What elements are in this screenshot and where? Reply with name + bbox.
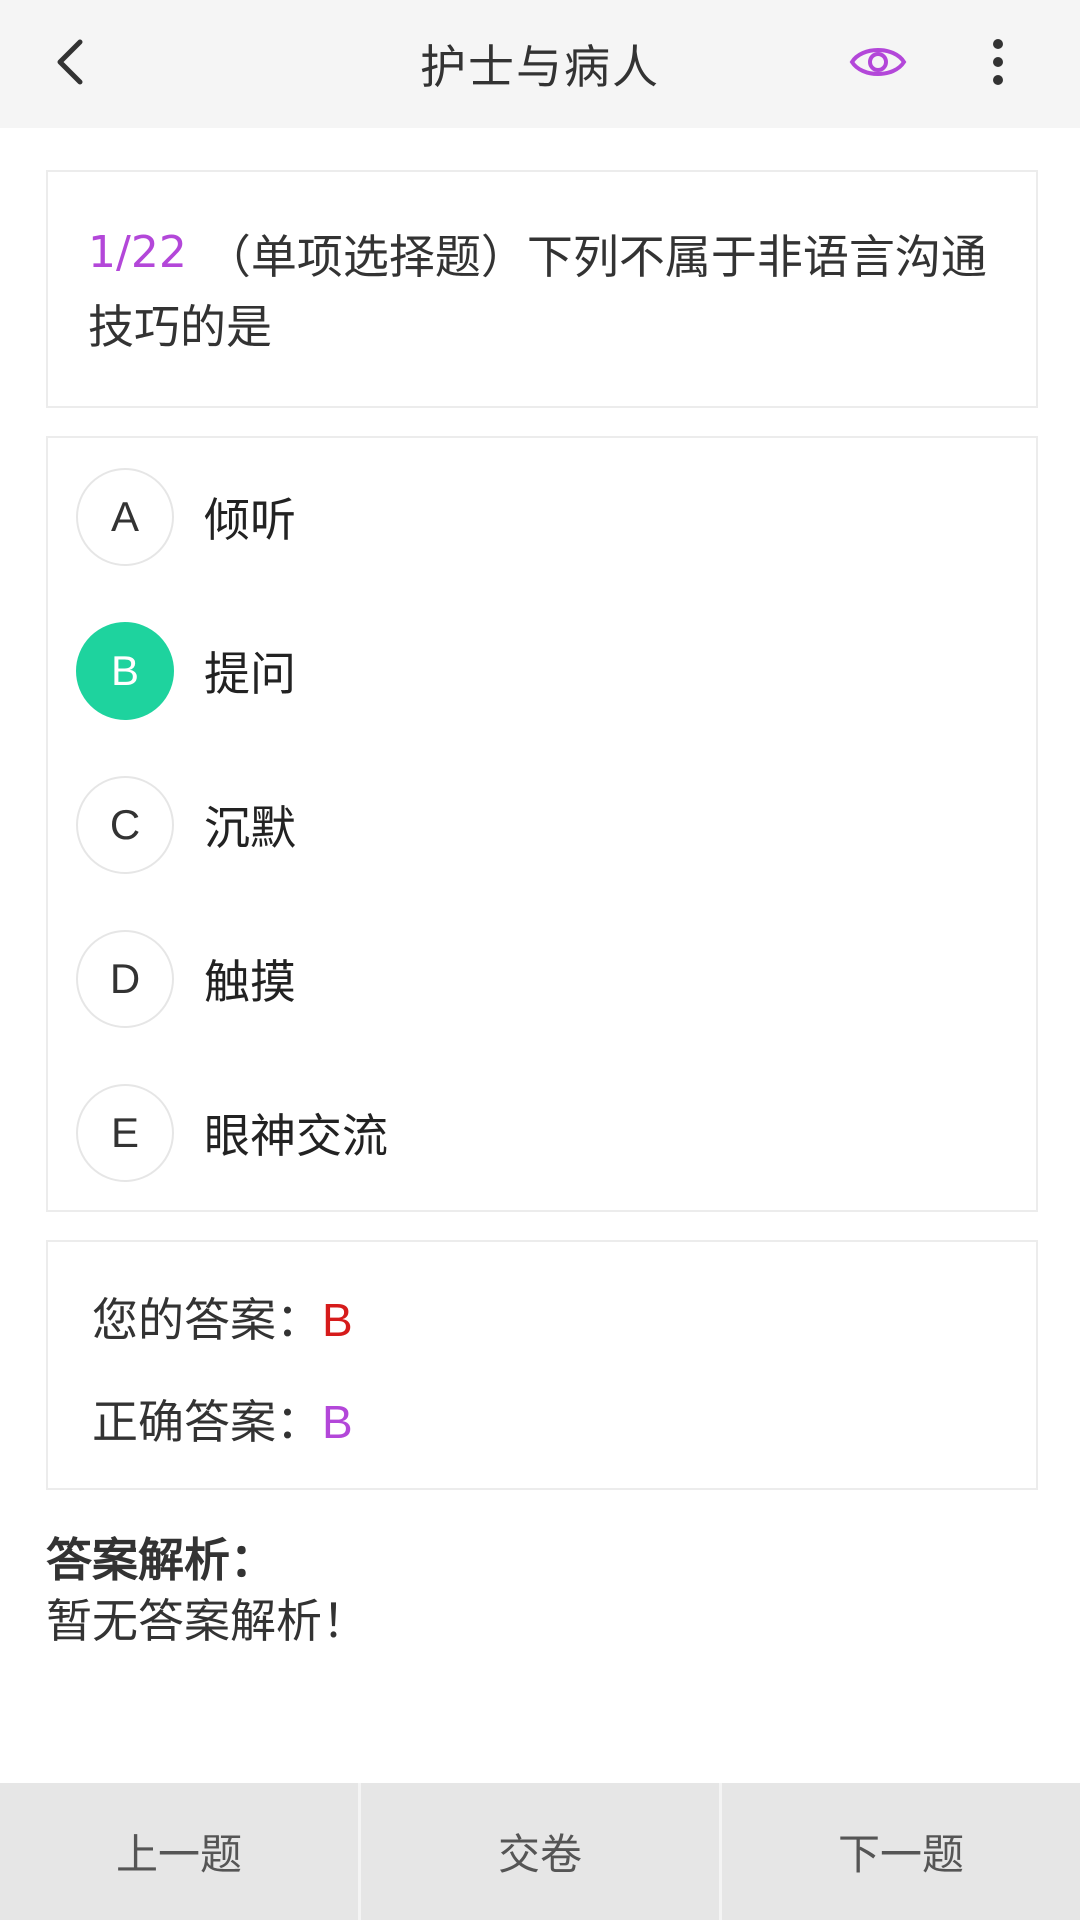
your-answer-row: 您的答案：B	[92, 1284, 353, 1350]
option-d[interactable]: D 触摸	[76, 929, 1006, 1029]
option-c[interactable]: C 沉默	[76, 775, 1006, 875]
option-label: 倾听	[204, 493, 296, 547]
back-button[interactable]	[30, 24, 110, 104]
option-label: 沉默	[204, 801, 296, 855]
your-answer-label: 您的答案：	[92, 1293, 322, 1347]
option-letter-badge: D	[76, 930, 174, 1028]
options-card: A 倾听 B 提问 C 沉默 D 触摸 E 眼神交流	[46, 436, 1038, 1212]
question-card: 1/22 （单项选择题）下列不属于非语言沟通技巧的是	[46, 170, 1038, 408]
option-letter-badge: E	[76, 1084, 174, 1182]
eye-icon	[848, 40, 908, 88]
option-letter-badge: C	[76, 776, 174, 874]
prev-question-button[interactable]: 上一题	[0, 1783, 358, 1920]
more-vertical-icon	[990, 38, 1006, 90]
submit-exam-button[interactable]: 交卷	[358, 1783, 719, 1920]
question-index: 1/22	[88, 227, 187, 278]
correct-answer-label: 正确答案：	[92, 1395, 322, 1449]
option-letter-badge: A	[76, 468, 174, 566]
correct-answer-value: B	[322, 1396, 353, 1448]
option-b[interactable]: B 提问	[76, 621, 1006, 721]
option-a[interactable]: A 倾听	[76, 467, 1006, 567]
correct-answer-row: 正确答案：B	[92, 1386, 353, 1452]
page-title: 护士与病人	[420, 40, 660, 94]
answer-card: 您的答案：B 正确答案：B	[46, 1240, 1038, 1490]
option-label: 提问	[204, 647, 296, 701]
your-answer-value: B	[322, 1294, 353, 1346]
option-label: 触摸	[204, 955, 296, 1009]
question-text: 1/22 （单项选择题）下列不属于非语言沟通技巧的是	[88, 218, 996, 362]
top-bar: 护士与病人	[0, 0, 1080, 128]
toggle-answer-button[interactable]	[838, 24, 918, 104]
analysis-text: 暂无答案解析！	[46, 1594, 368, 1648]
question-stem: （单项选择题）下列不属于非语言沟通技巧的是	[88, 230, 987, 354]
more-menu-button[interactable]	[958, 24, 1038, 104]
next-question-button[interactable]: 下一题	[719, 1783, 1080, 1920]
option-letter-badge: B	[76, 622, 174, 720]
bottom-nav-bar: 上一题 交卷 下一题	[0, 1783, 1080, 1920]
analysis-title: 答案解析：	[46, 1533, 276, 1587]
chevron-left-icon	[50, 34, 90, 94]
option-label: 眼神交流	[204, 1109, 388, 1163]
option-e[interactable]: E 眼神交流	[76, 1083, 1006, 1183]
